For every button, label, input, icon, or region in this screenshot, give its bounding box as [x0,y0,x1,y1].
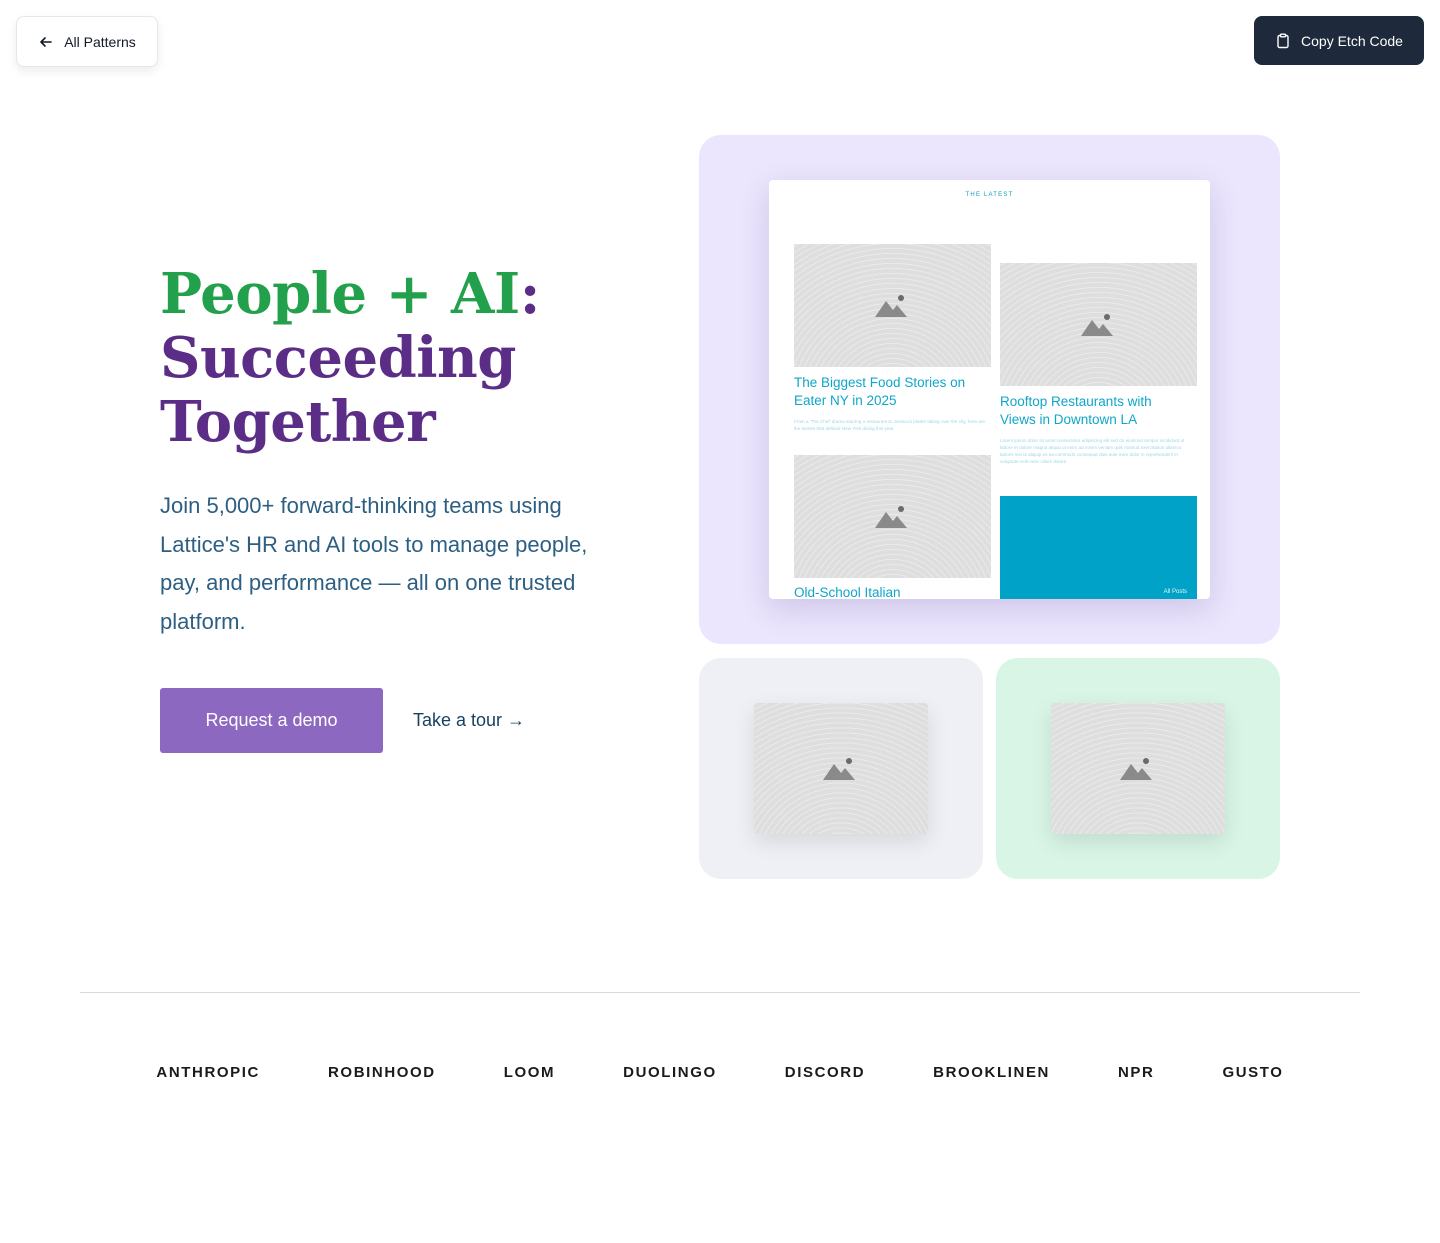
image-placeholder-icon [823,757,855,780]
logo-gusto: GUSTO [1222,1064,1284,1081]
preview-eyebrow: THE LATEST [965,192,1014,198]
take-tour-link[interactable]: Take a tour → [413,708,525,732]
headline-highlight: People + AI [160,261,520,327]
logo-loom: LOOM [503,1064,556,1081]
preview-card-gray [699,658,983,879]
post-title[interactable]: The Biggest Food Stories on Eater NY in … [794,374,974,410]
request-demo-button[interactable]: Request a demo [160,688,383,753]
customer-logos: ANTHROPIC ROBINHOOD LOOM DUOLINGO DISCOR… [0,1062,1440,1084]
image-placeholder-icon [1080,313,1113,336]
image-placeholder [754,703,928,834]
post-excerpt: From a 'The Chef' drama starring a resta… [794,419,985,431]
logo-brooklinen: BROOKLINEN [933,1064,1050,1081]
clipboard-icon [1277,33,1289,48]
post-image-placeholder [1000,263,1197,386]
copy-etch-code-button[interactable]: Copy Etch Code [1254,16,1424,65]
blog-preview: THE LATEST The Biggest Food Stories on E… [769,180,1210,599]
post-image-placeholder [794,244,991,367]
logo-robinhood: ROBINHOOD [328,1064,436,1081]
image-placeholder [1051,703,1225,834]
post-excerpt: Lorem ipsum dolor sit amet consectetur a… [1000,438,1185,464]
copy-etch-code-label: Copy Etch Code [1301,32,1403,49]
image-placeholder-icon [874,294,907,317]
section-divider [80,992,1360,993]
headline-line-2: Succeeding [160,325,516,391]
post-title[interactable]: Old-School Italian [794,584,991,599]
image-placeholder-icon [874,505,907,528]
preview-card-lavender: THE LATEST The Biggest Food Stories on E… [699,135,1280,644]
preview-card-mint [996,658,1280,879]
logo-npr: NPR [1118,1064,1155,1081]
arrow-left-icon [40,36,53,47]
logo-discord: DISCORD [784,1064,866,1081]
all-posts-link[interactable]: All Posts [1164,589,1187,595]
all-patterns-label: All Patterns [64,33,136,50]
post-image-placeholder [794,455,991,578]
hero-subtext: Join 5,000+ forward-thinking teams using… [160,493,588,634]
post-title[interactable]: Rooftop Restaurants with Views in Downto… [1000,393,1180,429]
headline-colon: : [519,261,541,327]
logo-duolingo: DUOLINGO [623,1064,717,1081]
headline-line-3: Together [160,389,436,455]
all-patterns-button[interactable]: All Patterns [16,16,158,67]
image-placeholder-icon [1120,757,1152,780]
all-posts-block: All Posts [1000,496,1197,599]
hero-headline: People + AI: Succeeding Together [160,262,640,454]
logo-anthropic: ANTHROPIC [156,1064,260,1081]
